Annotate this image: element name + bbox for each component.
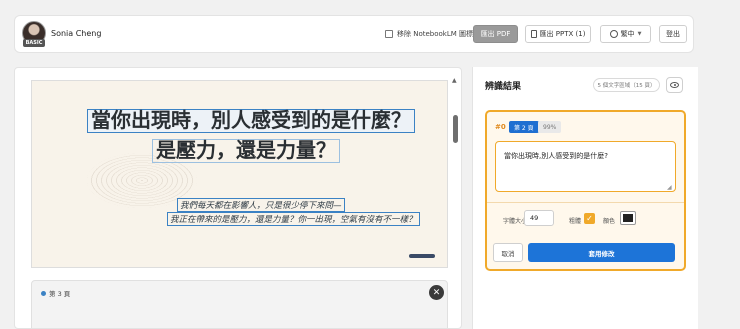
export-pptx-label: 匯出 PPTX (1) [539, 30, 586, 38]
region-text-input[interactable]: 當你出現時,別人感受到的是什麼? [495, 141, 676, 192]
close-icon[interactable]: ✕ [429, 285, 444, 300]
logout-button[interactable]: 登出 [659, 25, 687, 43]
text-region-body-2[interactable]: 我正在帶來的是壓力，還是力量？你一出現，空氣有沒有不一樣？ [167, 212, 420, 226]
apply-changes-button[interactable]: 套用修改 [528, 243, 675, 262]
globe-icon [609, 30, 618, 38]
slide-logo [409, 254, 435, 258]
color-picker[interactable] [620, 211, 636, 225]
cancel-button[interactable]: 取消 [493, 243, 523, 262]
results-title: 辨識結果 [485, 82, 522, 92]
slide-page-2: 當你出現時，別人感受到的是什麼？ 是壓力，還是力量？ 我們每天都在影響人，只是很… [31, 80, 448, 268]
remove-watermark-label: 移除 NotebookLM 圖標 [397, 30, 474, 38]
eye-icon [670, 82, 679, 88]
slide-preview-panel: ▲ 當你出現時，別人感受到的是什麼？ 是壓力，還是力量？ 我們每天都在影響人，只… [14, 67, 462, 329]
export-pdf-label: 匯出 PDF [480, 30, 511, 38]
toggle-visibility-button[interactable] [666, 77, 683, 93]
slide-page-3-card: 第 3 頁 ✕ [31, 280, 448, 328]
cancel-label: 取消 [501, 249, 515, 258]
top-header: BASIC Sonia Cheng 移除 NotebookLM 圖標 匯出 PD… [14, 15, 694, 53]
bold-label: 粗體 [569, 218, 582, 225]
card-divider [487, 202, 684, 203]
region-count-badge: 5 個文字區域（15 頁） [593, 78, 660, 92]
username: Sonia Cheng [51, 29, 102, 38]
font-size-input[interactable] [524, 210, 554, 226]
document-icon [530, 30, 537, 38]
remove-watermark-checkbox[interactable] [385, 30, 393, 38]
text-region-body-1[interactable]: 我們每天都在影響人，只是很少停下來問— [177, 198, 345, 212]
text-region-card: #0 第 2 頁 99% 當你出現時,別人感受到的是什麼? ◢ 字體大小 粗體 … [485, 110, 686, 271]
plan-badge: BASIC [23, 39, 45, 47]
color-swatch-fill [623, 214, 633, 222]
scroll-up-arrow-icon[interactable]: ▲ [452, 77, 457, 84]
language-label: 繁中 [620, 30, 635, 38]
recognition-results-panel: 辨識結果 5 個文字區域（15 頁） #0 第 2 頁 99% 當你出現時,別人… [472, 67, 698, 329]
page-badge: 第 2 頁 [509, 121, 539, 133]
language-select[interactable]: 繁中 ▼ [600, 25, 651, 43]
page-indicator-dot [41, 291, 46, 296]
confidence-badge: 99% [538, 121, 562, 133]
close-symbol: ✕ [432, 287, 441, 298]
export-pptx-button[interactable]: 匯出 PPTX (1) [525, 25, 591, 43]
export-pdf-button[interactable]: 匯出 PDF [473, 25, 518, 43]
page-label: 第 3 頁 [49, 290, 71, 298]
logout-label: 登出 [666, 30, 680, 38]
region-index: #0 [495, 123, 506, 131]
scrollbar-thumb[interactable] [453, 115, 458, 143]
chevron-down-icon: ▼ [637, 31, 642, 37]
text-region-title-2[interactable]: 是壓力，還是力量？ [152, 139, 340, 163]
resize-grip-icon[interactable]: ◢ [667, 184, 672, 191]
apply-label: 套用修改 [588, 249, 615, 258]
color-label: 顏色 [603, 218, 616, 225]
bold-checkbox[interactable]: ✓ [584, 213, 595, 224]
text-region-title-1[interactable]: 當你出現時，別人感受到的是什麼？ [87, 109, 415, 133]
remove-watermark-toggle[interactable]: 移除 NotebookLM 圖標 [385, 29, 473, 39]
